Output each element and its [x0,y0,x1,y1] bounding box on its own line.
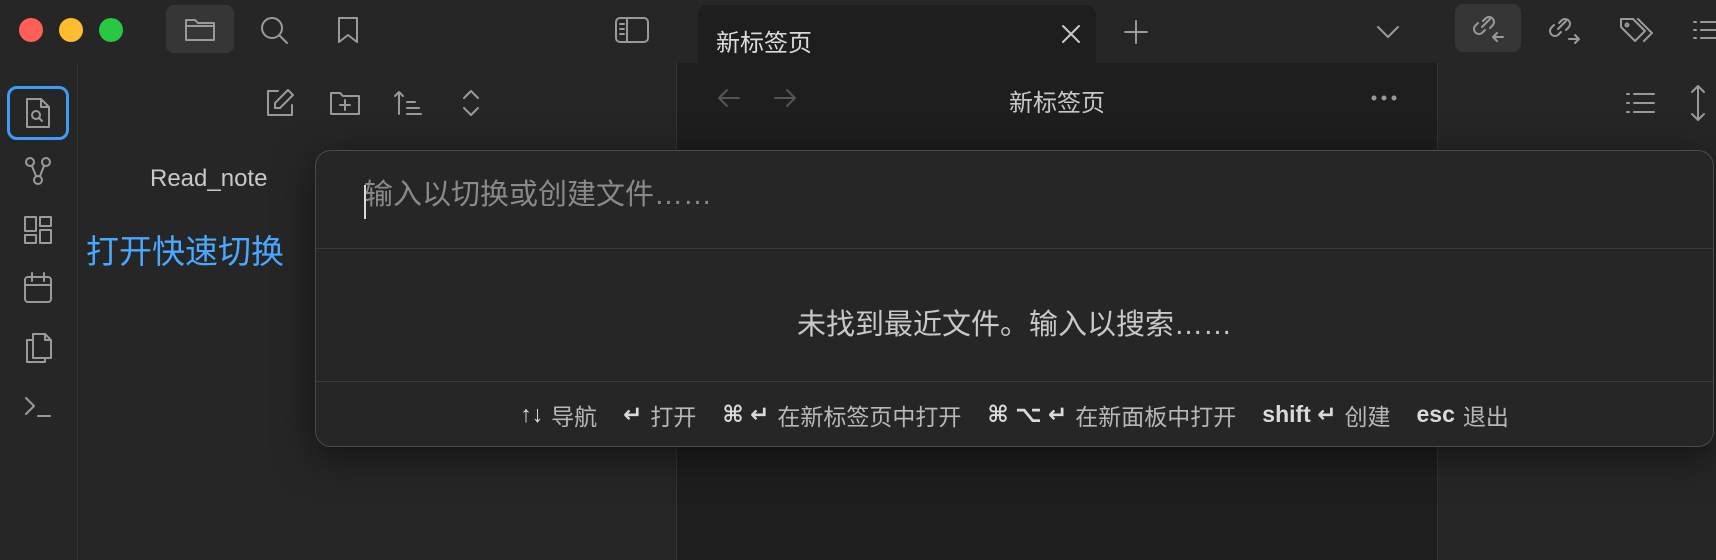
layout-dashboard-icon [24,216,52,244]
list-icon [1693,21,1716,39]
instruction-navigate: ↑↓ 导航 [520,398,597,432]
open-quick-switcher-link[interactable]: 打开快速切换 [86,225,284,273]
bookmarks-button[interactable] [326,8,370,52]
instruction-key: ↵ [623,401,643,427]
close-icon [1062,25,1080,43]
templates-button[interactable] [7,321,69,375]
edit-icon [267,89,294,116]
file-explorer-toggle[interactable] [166,5,234,53]
quick-switcher-input[interactable] [316,151,1713,249]
outline-button[interactable] [1690,8,1716,52]
outgoing-links-button[interactable] [1542,8,1586,52]
sidebar-toggle[interactable] [610,8,654,52]
plus-icon [1124,20,1148,44]
title-bar: 新标签页 [0,0,1716,63]
more-options-button[interactable] [1369,93,1399,103]
graph-view-button[interactable] [7,144,69,198]
editor-title: 新标签页 [1009,90,1105,117]
search-button[interactable] [252,8,296,52]
expand-collapse-button[interactable] [1688,83,1708,123]
instruction-open-new-pane: ⌘ ⌥ ↵ 在新面板中打开 [987,398,1236,432]
instruction-key: ⌘ ↵ [722,401,770,427]
tab-close-button[interactable] [1054,17,1088,51]
search-icon [261,17,288,44]
chevron-down-icon [1377,26,1399,38]
collapse-all-button[interactable] [451,83,491,123]
instruction-key: ⌘ ⌥ ↵ [987,401,1068,427]
quick-switcher-modal: 未找到最近文件。输入以搜索…… ↑↓ 导航 ↵ 打开 ⌘ ↵ 在新标签页中打开 … [315,150,1714,447]
vault-name[interactable]: Read_note [150,165,267,193]
chevrons-up-down-icon [463,90,479,116]
backlink-icon [1473,16,1504,42]
instruction-label: 在新面板中打开 [1075,403,1237,430]
move-vertical-icon [1691,85,1705,121]
command-palette-button[interactable] [7,379,69,433]
instruction-label: 打开 [650,403,697,430]
daily-note-button[interactable] [7,261,69,315]
text-caret [364,185,366,219]
backlinks-button[interactable] [1455,4,1521,52]
left-ribbon [0,63,78,560]
graph-icon [25,157,51,185]
tab-list-button[interactable] [1366,10,1410,54]
sidebar-icon [615,17,649,43]
sort-icon [394,91,422,115]
tab-new-tab[interactable]: 新标签页 [698,5,1096,63]
window-minimize-button[interactable] [59,18,83,42]
files-icon [26,333,52,363]
instruction-key: ↑↓ [520,401,544,427]
instruction-label: 导航 [551,403,598,430]
list-icon [1626,93,1655,113]
instruction-label: 创建 [1344,403,1391,430]
window-zoom-button[interactable] [99,18,123,42]
instruction-label: 退出 [1462,403,1509,430]
folder-icon [185,19,215,41]
calendar-icon [24,272,52,303]
empty-state-message: 未找到最近文件。输入以搜索…… [796,309,1232,341]
instruction-open-new-tab: ⌘ ↵ 在新标签页中打开 [722,398,961,432]
instruction-open: ↵ 打开 [623,398,696,432]
instruction-key: esc [1416,401,1455,427]
file-search-icon [26,98,50,128]
bookmark-icon [338,17,358,43]
terminal-icon [25,397,51,417]
instruction-label: 在新标签页中打开 [777,403,962,430]
instruction-escape: esc 退出 [1417,398,1509,432]
new-tab-button[interactable] [1114,10,1158,54]
new-note-button[interactable] [260,83,300,123]
tags-button[interactable] [1614,8,1658,52]
instruction-key: shift ↵ [1262,401,1337,427]
more-horizontal-icon [1371,95,1397,101]
canvas-button[interactable] [7,203,69,257]
outgoing-link-icon [1549,18,1580,44]
instruction-create: shift ↵ 创建 [1262,398,1390,432]
new-folder-button[interactable] [325,83,365,123]
outline-view-button[interactable] [1624,89,1656,117]
tab-title: 新标签页 [716,30,812,57]
keyboard-instructions: ↑↓ 导航 ↵ 打开 ⌘ ↵ 在新标签页中打开 ⌘ ⌥ ↵ 在新面板中打开 sh… [316,381,1713,446]
tags-icon [1620,18,1653,42]
quick-switcher-button[interactable] [7,86,69,140]
sort-button[interactable] [388,83,428,123]
window-close-button[interactable] [19,18,43,42]
folder-plus-icon [330,92,360,115]
